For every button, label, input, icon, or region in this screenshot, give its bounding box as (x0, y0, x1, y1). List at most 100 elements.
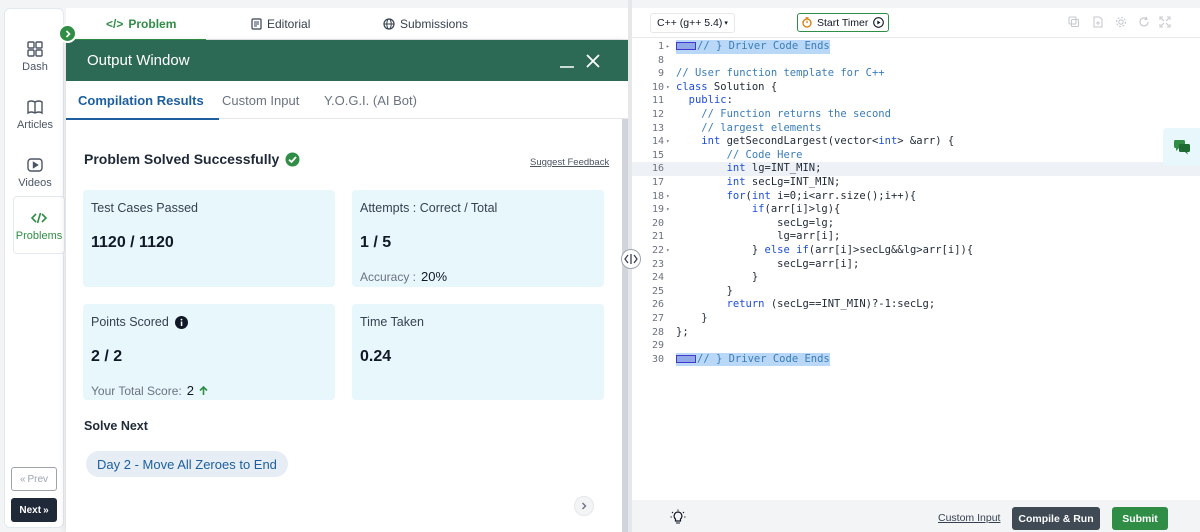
code-line[interactable]: 15 // Code Here (632, 149, 1200, 163)
code-line[interactable]: 27 } (632, 312, 1200, 326)
file-icon[interactable] (1092, 16, 1104, 28)
carousel-next-button[interactable] (574, 496, 594, 516)
code-line[interactable]: 30 // } Driver Code Ends (632, 352, 1200, 367)
fold-toggle-icon[interactable]: ▾ (666, 244, 670, 258)
code-editor[interactable]: 1 ▸ // } Driver Code Ends 8 9 // User functio… (632, 38, 1200, 500)
sidebar-item-label: Videos (18, 177, 52, 189)
code-line[interactable]: 29 (632, 339, 1200, 353)
code-line[interactable]: 12 // Function returns the second (632, 108, 1200, 122)
code-text: if(arr[i]>lg){ (751, 203, 841, 216)
editor-footer: Custom Input Compile & Run Submit (632, 500, 1200, 532)
code-text: // } Driver Code Ends (697, 352, 830, 365)
sidebar-item-problems[interactable]: Problems (13, 196, 65, 254)
lightbulb-icon[interactable] (670, 509, 686, 525)
chevron-right-icon (582, 502, 587, 510)
code-text: } (676, 271, 759, 284)
sidebar-item-articles[interactable]: Articles (5, 89, 65, 147)
code-text: // Function returns the second (676, 108, 891, 120)
code-line[interactable]: 14 ▾ int getSecondLargest(vector<int> &ar… (632, 135, 1200, 149)
close-icon[interactable] (586, 54, 600, 68)
prev-button[interactable]: « Prev (11, 467, 57, 491)
language-select[interactable]: C++ (g++ 5.4) ▾ (650, 13, 735, 33)
fold-toggle-icon[interactable]: ▾ (666, 135, 670, 149)
code-line[interactable]: 9 // User function template for C++ (632, 67, 1200, 81)
line-number: 14 (651, 136, 664, 148)
code-line[interactable]: 22 ▾ } else if(arr[i]>secLg&&lg>arr[i]){ (632, 244, 1200, 258)
solve-next-heading: Solve Next (84, 419, 148, 433)
code-line[interactable]: 25 } (632, 285, 1200, 299)
collapsed-region-marker[interactable] (676, 354, 696, 363)
minimize-icon[interactable] (560, 58, 574, 68)
tab-submissions[interactable]: Submissions (383, 8, 468, 39)
output-window-title: Output Window (87, 52, 190, 69)
code-line[interactable]: 28}; (632, 326, 1200, 340)
sidebar-item-dash[interactable]: Dash (5, 31, 65, 89)
code-line[interactable]: 17 int secLg=INT_MIN; (632, 176, 1200, 190)
reset-icon[interactable] (1138, 16, 1150, 28)
tab-compilation-results[interactable]: Compilation Results (66, 81, 219, 120)
code-text: for(int i=0;i<arr.size();i++){ (726, 189, 917, 202)
chat-icon (1173, 140, 1190, 155)
custom-input-link[interactable]: Custom Input (938, 512, 1000, 524)
tab-problem[interactable]: </> Problem (65, 8, 207, 41)
line-number: 8 (657, 54, 664, 66)
collapse-sidebar-button[interactable] (58, 24, 77, 43)
tab-yogi-ai-bot[interactable]: Y.O.G.I. (AI Bot) (324, 81, 417, 119)
code-text: int secLg=INT_MIN; (726, 176, 841, 188)
resize-handle[interactable] (621, 249, 641, 269)
fullscreen-icon[interactable] (1159, 16, 1171, 28)
code-text: return (secLg==INT_MIN)?-1:secLg; (726, 298, 936, 311)
copy-icon[interactable] (1068, 16, 1080, 28)
code-text: // User function template for C++ (676, 67, 885, 80)
tab-editorial[interactable]: Editorial (251, 8, 310, 39)
code-line[interactable]: 20 secLg=lg; (632, 217, 1200, 231)
chat-support-button[interactable] (1163, 128, 1200, 166)
code-line[interactable]: 26 return (secLg==INT_MIN)?-1:secLg; (632, 298, 1200, 312)
tab-custom-input[interactable]: Custom Input (222, 81, 299, 119)
suggest-feedback-link[interactable]: Suggest Feedback (530, 157, 609, 168)
tab-label: Submissions (400, 16, 469, 31)
fold-toggle-icon[interactable]: ▾ (666, 203, 670, 217)
fold-toggle-icon[interactable]: ▸ (666, 40, 670, 54)
code-line[interactable]: 18 ▾ for(int i=0;i<arr.size();i++){ (632, 190, 1200, 204)
compile-run-button[interactable]: Compile & Run (1012, 507, 1100, 530)
code-text: } (676, 284, 733, 297)
accuracy-label: Accuracy : (360, 269, 417, 284)
code-line[interactable]: 19 ▾ if(arr[i]>lg){ (632, 203, 1200, 217)
next-problem-chip[interactable]: Day 2 - Move All Zeroes to End (86, 451, 288, 477)
timer-label: Start Timer (817, 16, 869, 29)
dashboard-icon (27, 41, 43, 57)
collapsed-region-marker[interactable] (676, 42, 696, 50)
next-button[interactable]: Next » (11, 498, 57, 522)
globe-icon (383, 17, 395, 30)
card-label: Time Taken (360, 315, 424, 329)
line-number: 9 (657, 68, 664, 80)
compilation-results-panel: Problem Solved Successfully Suggest Feed… (66, 119, 622, 532)
code-line[interactable]: 10 ▾ class Solution { (632, 81, 1200, 95)
code-line[interactable]: 16 int lg=INT_MIN; (632, 162, 1200, 176)
code-line[interactable]: 21 lg=arr[i]; (632, 230, 1200, 244)
code-text: }; (676, 325, 689, 338)
gear-icon[interactable] (1115, 16, 1127, 28)
code-line[interactable]: 1 ▸ // } Driver Code Ends (632, 40, 1200, 54)
output-window-header: Output Window (66, 40, 628, 81)
code-text: int getSecondLargest(vector<int> &arr) { (701, 135, 955, 148)
code-line[interactable]: 8 (632, 54, 1200, 68)
code-line[interactable]: 11 public: (632, 94, 1200, 108)
code-line[interactable]: 23 secLg=arr[i]; (632, 258, 1200, 272)
line-number: 13 (651, 122, 664, 134)
card-label: Test Cases Passed (91, 201, 198, 215)
code-line[interactable]: 13 // largest elements (632, 122, 1200, 136)
line-number: 24 (651, 272, 664, 284)
time-taken-card: Time Taken 0.24 (352, 304, 604, 400)
test-cases-card: Test Cases Passed 1120 / 1120 (83, 190, 335, 287)
submit-button[interactable]: Submit (1112, 507, 1168, 530)
start-timer-button[interactable]: Start Timer (797, 13, 890, 32)
code-line[interactable]: 24 } (632, 271, 1200, 285)
fold-toggle-icon[interactable]: ▾ (666, 190, 670, 204)
document-icon (251, 17, 262, 30)
info-icon[interactable] (174, 315, 188, 329)
status-text: Problem Solved Successfully (84, 151, 280, 167)
double-chevron-left-icon: « (19, 473, 26, 485)
fold-toggle-icon[interactable]: ▾ (666, 81, 670, 95)
